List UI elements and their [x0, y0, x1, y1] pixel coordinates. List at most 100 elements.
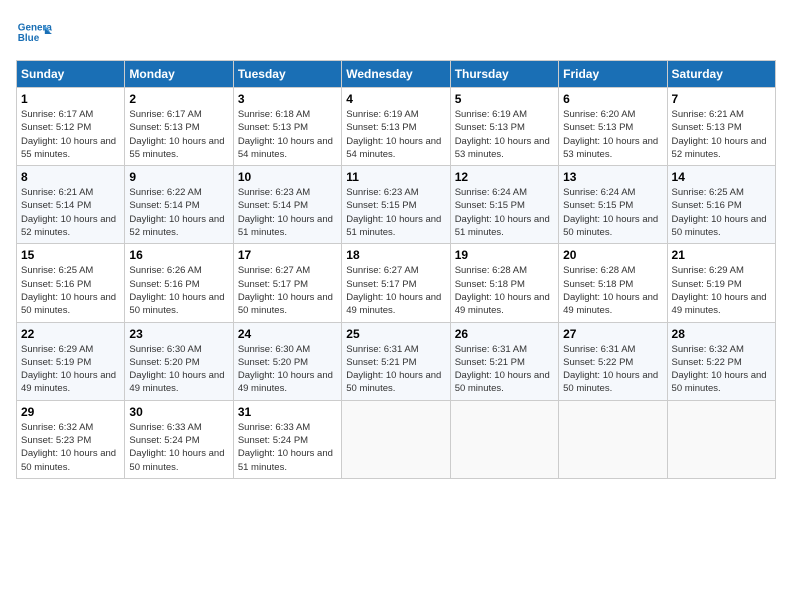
- day-number: 8: [21, 170, 120, 184]
- day-cell: 6 Sunrise: 6:20 AMSunset: 5:13 PMDaylight…: [559, 88, 667, 166]
- calendar-week-row: 29 Sunrise: 6:32 AMSunset: 5:23 PMDayligh…: [17, 400, 776, 478]
- day-cell: 8 Sunrise: 6:21 AMSunset: 5:14 PMDaylight…: [17, 166, 125, 244]
- day-cell: 9 Sunrise: 6:22 AMSunset: 5:14 PMDaylight…: [125, 166, 233, 244]
- day-info: Sunrise: 6:32 AMSunset: 5:23 PMDaylight:…: [21, 421, 120, 474]
- day-info: Sunrise: 6:29 AMSunset: 5:19 PMDaylight:…: [21, 343, 120, 396]
- day-info: Sunrise: 6:21 AMSunset: 5:14 PMDaylight:…: [21, 186, 120, 239]
- day-info: Sunrise: 6:31 AMSunset: 5:22 PMDaylight:…: [563, 343, 662, 396]
- day-cell: 12 Sunrise: 6:24 AMSunset: 5:15 PMDayligh…: [450, 166, 558, 244]
- day-cell: 30 Sunrise: 6:33 AMSunset: 5:24 PMDayligh…: [125, 400, 233, 478]
- day-cell: 22 Sunrise: 6:29 AMSunset: 5:19 PMDayligh…: [17, 322, 125, 400]
- day-number: 30: [129, 405, 228, 419]
- day-number: 16: [129, 248, 228, 262]
- day-number: 13: [563, 170, 662, 184]
- day-info: Sunrise: 6:17 AMSunset: 5:13 PMDaylight:…: [129, 108, 228, 161]
- calendar-week-row: 15 Sunrise: 6:25 AMSunset: 5:16 PMDayligh…: [17, 244, 776, 322]
- empty-day-cell: [559, 400, 667, 478]
- day-number: 20: [563, 248, 662, 262]
- day-info: Sunrise: 6:29 AMSunset: 5:19 PMDaylight:…: [672, 264, 771, 317]
- day-info: Sunrise: 6:24 AMSunset: 5:15 PMDaylight:…: [563, 186, 662, 239]
- day-info: Sunrise: 6:23 AMSunset: 5:14 PMDaylight:…: [238, 186, 337, 239]
- calendar-table: SundayMondayTuesdayWednesdayThursdayFrid…: [16, 60, 776, 479]
- day-number: 1: [21, 92, 120, 106]
- day-cell: 20 Sunrise: 6:28 AMSunset: 5:18 PMDayligh…: [559, 244, 667, 322]
- day-info: Sunrise: 6:18 AMSunset: 5:13 PMDaylight:…: [238, 108, 337, 161]
- day-info: Sunrise: 6:27 AMSunset: 5:17 PMDaylight:…: [238, 264, 337, 317]
- day-cell: 2Sunrise: 6:17 AMSunset: 5:13 PMDaylight…: [125, 88, 233, 166]
- day-number: 12: [455, 170, 554, 184]
- day-info: Sunrise: 6:31 AMSunset: 5:21 PMDaylight:…: [346, 343, 445, 396]
- day-number: 26: [455, 327, 554, 341]
- day-number: 21: [672, 248, 771, 262]
- day-info: Sunrise: 6:24 AMSunset: 5:15 PMDaylight:…: [455, 186, 554, 239]
- day-number: 15: [21, 248, 120, 262]
- day-number: 14: [672, 170, 771, 184]
- calendar-week-row: 22 Sunrise: 6:29 AMSunset: 5:19 PMDayligh…: [17, 322, 776, 400]
- calendar-week-row: 1 Sunrise: 6:17 AMSunset: 5:12 PMDaylight…: [17, 88, 776, 166]
- day-info: Sunrise: 6:30 AMSunset: 5:20 PMDaylight:…: [129, 343, 228, 396]
- day-cell: 17 Sunrise: 6:27 AMSunset: 5:17 PMDayligh…: [233, 244, 341, 322]
- day-cell: 15 Sunrise: 6:25 AMSunset: 5:16 PMDayligh…: [17, 244, 125, 322]
- day-number: 31: [238, 405, 337, 419]
- day-cell: 11 Sunrise: 6:23 AMSunset: 5:15 PMDayligh…: [342, 166, 450, 244]
- day-number: 27: [563, 327, 662, 341]
- day-cell: 16 Sunrise: 6:26 AMSunset: 5:16 PMDayligh…: [125, 244, 233, 322]
- day-cell: 29 Sunrise: 6:32 AMSunset: 5:23 PMDayligh…: [17, 400, 125, 478]
- day-cell: 28 Sunrise: 6:32 AMSunset: 5:22 PMDayligh…: [667, 322, 775, 400]
- day-number: 11: [346, 170, 445, 184]
- day-info: Sunrise: 6:21 AMSunset: 5:13 PMDaylight:…: [672, 108, 771, 161]
- day-number: 25: [346, 327, 445, 341]
- day-of-week-header: Thursday: [450, 61, 558, 88]
- empty-day-cell: [450, 400, 558, 478]
- day-number: 22: [21, 327, 120, 341]
- day-cell: 26 Sunrise: 6:31 AMSunset: 5:21 PMDayligh…: [450, 322, 558, 400]
- day-of-week-header: Tuesday: [233, 61, 341, 88]
- logo-icon: General Blue: [16, 16, 52, 52]
- day-of-week-header: Friday: [559, 61, 667, 88]
- day-info: Sunrise: 6:26 AMSunset: 5:16 PMDaylight:…: [129, 264, 228, 317]
- day-number: 7: [672, 92, 771, 106]
- day-number: 4: [346, 92, 445, 106]
- day-cell: 19 Sunrise: 6:28 AMSunset: 5:18 PMDayligh…: [450, 244, 558, 322]
- day-cell: 5 Sunrise: 6:19 AMSunset: 5:13 PMDaylight…: [450, 88, 558, 166]
- day-info: Sunrise: 6:19 AMSunset: 5:13 PMDaylight:…: [455, 108, 554, 161]
- day-number: 24: [238, 327, 337, 341]
- day-info: Sunrise: 6:17 AMSunset: 5:12 PMDaylight:…: [21, 108, 120, 161]
- day-cell: 21 Sunrise: 6:29 AMSunset: 5:19 PMDayligh…: [667, 244, 775, 322]
- day-number: 10: [238, 170, 337, 184]
- day-number: 28: [672, 327, 771, 341]
- day-info: Sunrise: 6:19 AMSunset: 5:13 PMDaylight:…: [346, 108, 445, 161]
- calendar-week-row: 8 Sunrise: 6:21 AMSunset: 5:14 PMDaylight…: [17, 166, 776, 244]
- day-info: Sunrise: 6:31 AMSunset: 5:21 PMDaylight:…: [455, 343, 554, 396]
- day-info: Sunrise: 6:23 AMSunset: 5:15 PMDaylight:…: [346, 186, 445, 239]
- day-info: Sunrise: 6:22 AMSunset: 5:14 PMDaylight:…: [129, 186, 228, 239]
- page-header: General Blue: [16, 16, 776, 52]
- day-cell: 1 Sunrise: 6:17 AMSunset: 5:12 PMDaylight…: [17, 88, 125, 166]
- day-cell: 27 Sunrise: 6:31 AMSunset: 5:22 PMDayligh…: [559, 322, 667, 400]
- day-cell: 10 Sunrise: 6:23 AMSunset: 5:14 PMDayligh…: [233, 166, 341, 244]
- svg-text:Blue: Blue: [18, 33, 40, 44]
- day-number: 9: [129, 170, 228, 184]
- day-number: 29: [21, 405, 120, 419]
- day-info: Sunrise: 6:28 AMSunset: 5:18 PMDaylight:…: [563, 264, 662, 317]
- empty-day-cell: [342, 400, 450, 478]
- day-number: 17: [238, 248, 337, 262]
- day-number: 19: [455, 248, 554, 262]
- day-cell: 4 Sunrise: 6:19 AMSunset: 5:13 PMDaylight…: [342, 88, 450, 166]
- day-cell: 31 Sunrise: 6:33 AMSunset: 5:24 PMDayligh…: [233, 400, 341, 478]
- day-info: Sunrise: 6:33 AMSunset: 5:24 PMDaylight:…: [129, 421, 228, 474]
- day-info: Sunrise: 6:25 AMSunset: 5:16 PMDaylight:…: [21, 264, 120, 317]
- day-info: Sunrise: 6:25 AMSunset: 5:16 PMDaylight:…: [672, 186, 771, 239]
- logo: General Blue: [16, 16, 52, 52]
- day-info: Sunrise: 6:20 AMSunset: 5:13 PMDaylight:…: [563, 108, 662, 161]
- day-number: 3: [238, 92, 337, 106]
- day-cell: 7 Sunrise: 6:21 AMSunset: 5:13 PMDaylight…: [667, 88, 775, 166]
- day-number: 6: [563, 92, 662, 106]
- day-cell: 3 Sunrise: 6:18 AMSunset: 5:13 PMDaylight…: [233, 88, 341, 166]
- day-number: 23: [129, 327, 228, 341]
- day-info: Sunrise: 6:28 AMSunset: 5:18 PMDaylight:…: [455, 264, 554, 317]
- day-info: Sunrise: 6:32 AMSunset: 5:22 PMDaylight:…: [672, 343, 771, 396]
- day-info: Sunrise: 6:33 AMSunset: 5:24 PMDaylight:…: [238, 421, 337, 474]
- day-number: 5: [455, 92, 554, 106]
- day-number: 18: [346, 248, 445, 262]
